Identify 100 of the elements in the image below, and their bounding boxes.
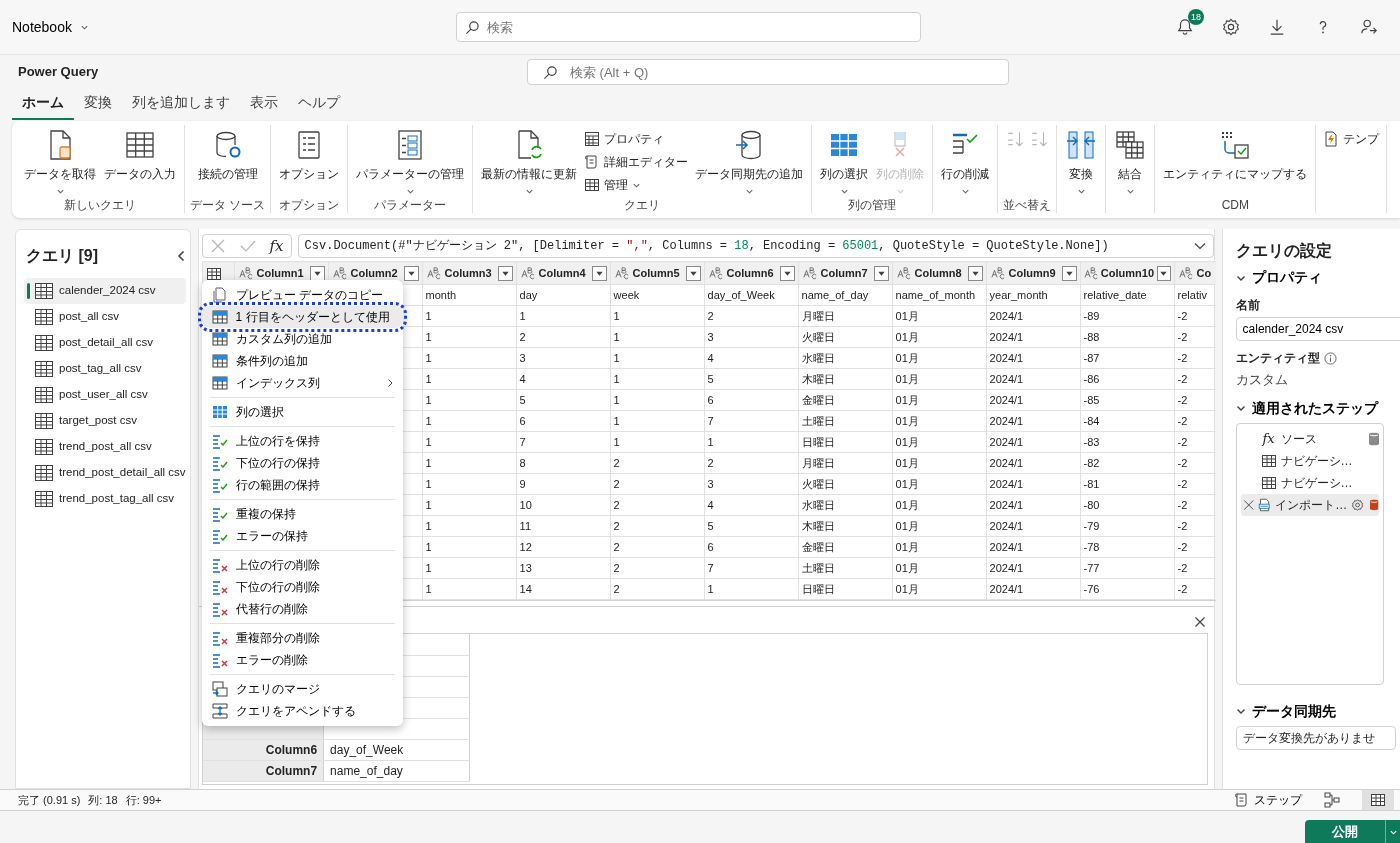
applied-step[interactable]: インポート… bbox=[1240, 493, 1379, 516]
menu-item[interactable]: インデックス列 bbox=[201, 372, 403, 394]
ribbon-button[interactable]: 列の選択 bbox=[817, 127, 872, 198]
table-cell: -86 bbox=[1080, 368, 1175, 390]
ribbon-button[interactable]: パラメーターの管理 bbox=[353, 127, 468, 198]
table-cell: 01月 bbox=[892, 347, 987, 369]
query-item[interactable]: trend_post_tag_all csv bbox=[24, 486, 186, 512]
ribbon-button[interactable]: オプション bbox=[276, 127, 343, 185]
ribbon-button[interactable]: 接続の管理 bbox=[194, 127, 261, 185]
table-cell: 2 bbox=[610, 536, 705, 558]
applied-step[interactable]: ナビゲーシ… bbox=[1240, 449, 1379, 472]
table-cell: 6 bbox=[516, 410, 611, 432]
menu-item[interactable]: 行の範囲の保持 bbox=[201, 474, 403, 496]
table-cell: 1 bbox=[516, 305, 611, 327]
ribbon-button[interactable]: 行の削減 bbox=[938, 127, 993, 198]
view-button[interactable] bbox=[1362, 790, 1394, 810]
menu-item[interactable]: エラーの保持 bbox=[201, 525, 403, 547]
menu-item[interactable]: エラーの削除 bbox=[201, 649, 403, 671]
table-cell: -80 bbox=[1080, 494, 1175, 516]
table-cell: 1 bbox=[422, 347, 517, 369]
text-type-icon bbox=[425, 266, 442, 280]
table-icon bbox=[34, 489, 54, 509]
ribbon-button[interactable]: テンプ bbox=[1321, 129, 1382, 149]
menu-item[interactable]: クエリをアペンドする bbox=[201, 700, 403, 722]
query-item[interactable]: post_user_all csv bbox=[24, 382, 186, 408]
table-cell: 2024/1 bbox=[986, 515, 1081, 537]
ribbon-tab[interactable]: 列を追加します bbox=[122, 88, 240, 120]
search-icon bbox=[543, 65, 558, 80]
column-menu-button[interactable] bbox=[1061, 265, 1077, 281]
table-cell: -77 bbox=[1080, 557, 1175, 579]
column-menu-button[interactable] bbox=[1157, 265, 1171, 281]
column-menu-button[interactable] bbox=[685, 265, 701, 281]
table-cell: 4 bbox=[516, 368, 611, 390]
ribbon-button[interactable]: 管理 bbox=[582, 175, 691, 195]
menu-item[interactable]: 下位の行の削除 bbox=[201, 576, 403, 598]
query-item[interactable]: post_all csv bbox=[24, 304, 186, 330]
caret-icon bbox=[405, 187, 415, 196]
ribbon-tab[interactable]: 表示 bbox=[240, 88, 288, 120]
query-item[interactable]: post_detail_all csv bbox=[24, 330, 186, 356]
ribbon-button[interactable]: 詳細エディター bbox=[582, 152, 691, 172]
ribbon-button[interactable]: 変換 bbox=[1062, 127, 1101, 198]
menu-item[interactable]: 列の選択 bbox=[201, 401, 403, 423]
menu-item[interactable]: 重複部分の削除 bbox=[201, 627, 403, 649]
search-field[interactable]: 検索 bbox=[456, 12, 921, 42]
ribbon-button[interactable]: データを取得 bbox=[21, 127, 99, 198]
column-menu-button[interactable] bbox=[967, 265, 983, 281]
field-label: 名前 bbox=[1235, 297, 1261, 314]
collapse-button[interactable] bbox=[175, 250, 186, 262]
ribbon-button[interactable]: 最新の情報に更新 bbox=[478, 127, 581, 198]
column-menu-button[interactable] bbox=[591, 265, 607, 281]
destination-field[interactable]: データ変換先がありませ bbox=[1235, 725, 1396, 750]
ribbon-tab[interactable]: 変換 bbox=[74, 88, 122, 120]
query-item[interactable]: calender_2024 csv bbox=[24, 278, 186, 304]
column-menu-button[interactable] bbox=[309, 265, 325, 281]
caret-icon bbox=[895, 187, 905, 196]
publish-button[interactable]: 公開 bbox=[1305, 820, 1385, 843]
close-icon bbox=[209, 238, 226, 254]
ribbon-button[interactable]: プロパティ bbox=[582, 129, 691, 149]
menu-item[interactable]: 条件列の追加 bbox=[201, 350, 403, 372]
ribbon-button[interactable]: データ同期先の追加 bbox=[692, 127, 807, 198]
app-title-dropdown[interactable]: Notebook bbox=[12, 16, 89, 38]
section-header[interactable]: プロパティ bbox=[1235, 267, 1322, 288]
column-menu-button[interactable] bbox=[873, 265, 889, 281]
applied-step[interactable]: ナビゲーシ… bbox=[1240, 471, 1379, 494]
menu-item[interactable]: 代替行の削除 bbox=[201, 598, 403, 620]
query-item[interactable]: trend_post_all csv bbox=[24, 434, 186, 460]
table-icon bbox=[34, 333, 54, 353]
ribbon-button[interactable]: 結合 bbox=[1111, 127, 1150, 198]
applied-step[interactable]: fx ソース bbox=[1240, 427, 1379, 450]
publish-dropdown-button[interactable] bbox=[1385, 820, 1400, 843]
formula-field[interactable]: Csv.Document(#"ナビゲーション 2", [Delimiter = ",", Columns = 18, Encoding = 65001, QuoteStyle = QuoteStyle.None]) bbox=[297, 234, 1214, 258]
column-menu-button[interactable] bbox=[779, 265, 795, 281]
settings-icon bbox=[1351, 496, 1365, 513]
rows-cross-icon bbox=[211, 630, 228, 646]
table-cell: 7 bbox=[704, 410, 799, 432]
table-cell: 金曜日 bbox=[798, 536, 893, 558]
section-header[interactable]: 適用されたステップ bbox=[1235, 397, 1378, 419]
menu-item[interactable]: 上位の行を保持 bbox=[201, 430, 403, 452]
table-cell: 2 bbox=[610, 578, 705, 600]
steps-button[interactable]: ステップ bbox=[1234, 791, 1302, 809]
column-menu-button[interactable] bbox=[403, 265, 419, 281]
menu-item[interactable]: カスタム列の追加 bbox=[201, 328, 403, 350]
table-cell: 01月 bbox=[892, 368, 987, 390]
menu-item[interactable]: 重複の保持 bbox=[201, 503, 403, 525]
query-item[interactable]: target_post csv bbox=[24, 408, 186, 434]
table-icon bbox=[34, 385, 54, 405]
table-cell: 01月 bbox=[892, 326, 987, 348]
query-item[interactable]: post_tag_all csv bbox=[24, 356, 186, 382]
ribbon-tab[interactable]: ヘルプ bbox=[288, 88, 350, 120]
menu-item[interactable]: 上位の行の削除 bbox=[201, 554, 403, 576]
menu-item[interactable]: クエリのマージ bbox=[201, 678, 403, 700]
query-item[interactable]: trend_post_detail_all csv bbox=[24, 460, 186, 486]
menu-item[interactable]: 下位の行の保持 bbox=[201, 452, 403, 474]
section-header[interactable]: データ同期先 bbox=[1235, 700, 1336, 722]
ribbon-button[interactable]: データの入力 bbox=[101, 127, 179, 185]
search-field[interactable]: 検索 (Alt + Q) bbox=[527, 59, 1009, 85]
column-menu-button[interactable] bbox=[497, 265, 513, 281]
ribbon-button[interactable]: エンティティにマップする bbox=[1160, 127, 1311, 185]
name-field[interactable]: calender_2024 csv bbox=[1235, 317, 1400, 341]
menu-item[interactable]: プレビュー データのコピー bbox=[201, 284, 403, 306]
